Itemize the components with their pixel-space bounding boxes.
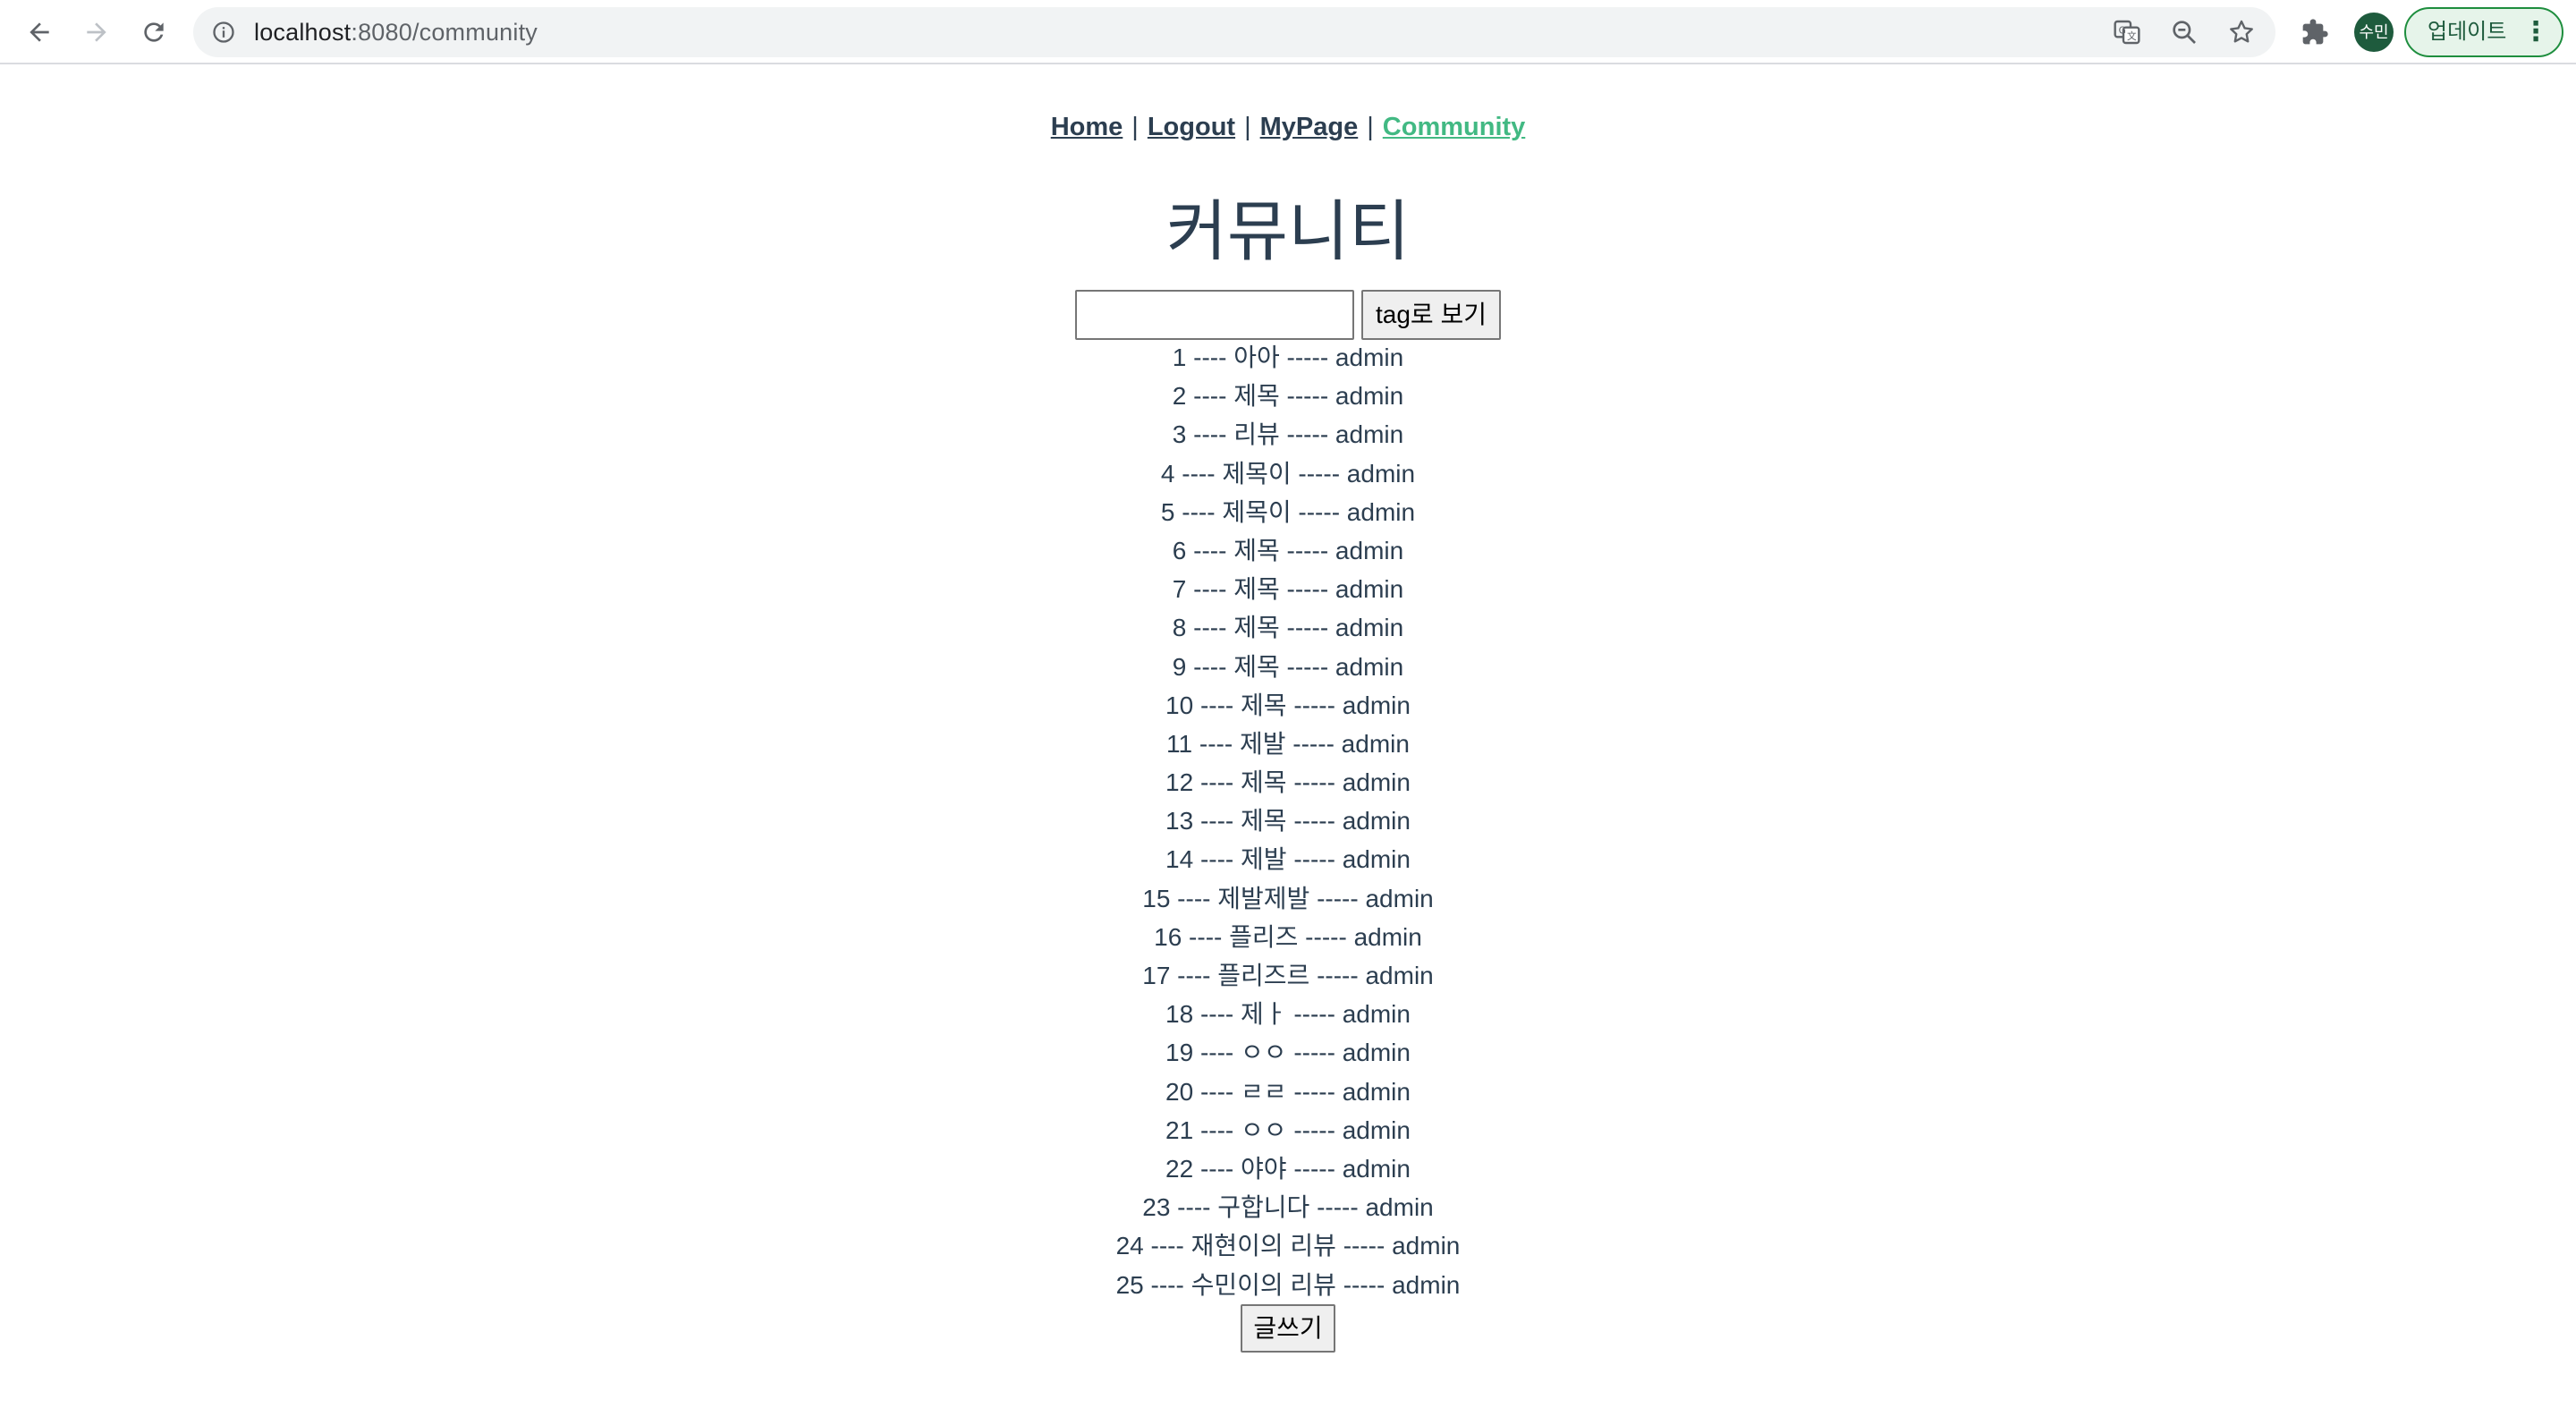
bookmark-button[interactable] bbox=[2225, 16, 2258, 48]
post-list-item[interactable]: 22 ---- 야야 ----- admin bbox=[0, 1149, 2576, 1188]
nav-community-link[interactable]: Community bbox=[1383, 113, 1526, 141]
post-list-item[interactable]: 20 ---- ㄹㄹ ----- admin bbox=[0, 1073, 2576, 1111]
post-list-item[interactable]: 12 ---- 제목 ----- admin bbox=[0, 763, 2576, 802]
post-list-item[interactable]: 18 ---- 제ㅏ ----- admin bbox=[0, 995, 2576, 1033]
url-path: :8080/community bbox=[351, 19, 538, 46]
zoom-icon bbox=[2173, 21, 2196, 44]
nav-home-link[interactable]: Home bbox=[1051, 113, 1123, 141]
browser-toolbar: localhost:8080/community G文 수민 업데이트 ⋮ bbox=[0, 0, 2576, 64]
nav-mypage-link[interactable]: MyPage bbox=[1260, 113, 1359, 141]
post-list-item[interactable]: 3 ---- 리뷰 ----- admin bbox=[0, 415, 2576, 454]
url-text[interactable]: localhost:8080/community bbox=[254, 7, 538, 57]
back-icon bbox=[30, 22, 49, 42]
post-list-item[interactable]: 21 ---- ㅇㅇ ----- admin bbox=[0, 1111, 2576, 1149]
tag-search-row: tag로 보기 bbox=[0, 290, 2576, 340]
nav-separator: | bbox=[1131, 113, 1139, 141]
reload-button[interactable] bbox=[134, 13, 174, 52]
bookmark-star-icon bbox=[2230, 20, 2253, 43]
post-list-item[interactable]: 8 ---- 제목 ----- admin bbox=[0, 608, 2576, 647]
write-post-button[interactable]: 글쓰기 bbox=[1241, 1304, 1335, 1353]
post-list-item[interactable]: 11 ---- 제발 ----- admin bbox=[0, 725, 2576, 763]
nav-separator: | bbox=[1244, 113, 1251, 141]
site-nav: Home | Logout | MyPage | Community bbox=[0, 113, 2576, 142]
svg-text:G: G bbox=[2119, 24, 2126, 36]
info-icon bbox=[213, 21, 234, 43]
url-host: localhost bbox=[254, 19, 352, 46]
post-list-item[interactable]: 15 ---- 제발제발 ----- admin bbox=[0, 879, 2576, 918]
post-list-item[interactable]: 7 ---- 제목 ----- admin bbox=[0, 570, 2576, 608]
forward-button[interactable] bbox=[77, 13, 116, 52]
post-list-item[interactable]: 6 ---- 제목 ----- admin bbox=[0, 531, 2576, 570]
svg-text:文: 文 bbox=[2127, 30, 2137, 42]
site-info-button[interactable] bbox=[209, 18, 238, 47]
post-list: 1 ---- 아아 ----- admin 2 ---- 제목 ----- adm… bbox=[0, 338, 2576, 1304]
reload-icon bbox=[144, 22, 164, 42]
back-button[interactable] bbox=[20, 13, 59, 52]
post-list-item[interactable]: 10 ---- 제목 ----- admin bbox=[0, 686, 2576, 725]
translate-icon: G文 bbox=[2114, 20, 2140, 45]
update-button[interactable]: 업데이트 ⋮ bbox=[2404, 7, 2563, 57]
nav-logout-link[interactable]: Logout bbox=[1148, 113, 1235, 141]
forward-icon bbox=[87, 22, 106, 42]
nav-separator: | bbox=[1367, 113, 1374, 141]
post-list-item[interactable]: 1 ---- 아아 ----- admin bbox=[0, 338, 2576, 377]
tag-search-button[interactable]: tag로 보기 bbox=[1361, 290, 1501, 340]
address-bar[interactable]: localhost:8080/community G文 bbox=[193, 7, 2275, 57]
post-list-item[interactable]: 25 ---- 수민이의 리뷰 ----- admin bbox=[0, 1266, 2576, 1304]
post-list-item[interactable]: 23 ---- 구합니다 ----- admin bbox=[0, 1188, 2576, 1226]
post-list-item[interactable]: 13 ---- 제목 ----- admin bbox=[0, 802, 2576, 840]
post-list-item[interactable]: 14 ---- 제발 ----- admin bbox=[0, 840, 2576, 878]
post-list-item[interactable]: 4 ---- 제목이 ----- admin bbox=[0, 454, 2576, 493]
translate-button[interactable]: G文 bbox=[2111, 16, 2143, 48]
extensions-icon bbox=[2302, 19, 2328, 45]
extensions-button[interactable] bbox=[2295, 13, 2334, 52]
post-list-item[interactable]: 2 ---- 제목 ----- admin bbox=[0, 377, 2576, 415]
page-title: 커뮤니티 bbox=[1165, 194, 1411, 268]
post-list-item[interactable]: 5 ---- 제목이 ----- admin bbox=[0, 493, 2576, 531]
zoom-button[interactable] bbox=[2168, 16, 2200, 48]
post-list-item[interactable]: 16 ---- 플리즈 ----- admin bbox=[0, 918, 2576, 956]
update-label: 업데이트 bbox=[2428, 20, 2507, 44]
profile-avatar[interactable]: 수민 bbox=[2354, 13, 2394, 52]
post-list-item[interactable]: 9 ---- 제목 ----- admin bbox=[0, 648, 2576, 686]
write-row: 글쓰기 bbox=[0, 1304, 2576, 1353]
kebab-menu-icon: ⋮ bbox=[2522, 17, 2549, 47]
post-list-item[interactable]: 24 ---- 재현이의 리뷰 ----- admin bbox=[0, 1226, 2576, 1265]
tag-input[interactable] bbox=[1075, 290, 1354, 340]
post-list-item[interactable]: 17 ---- 플리즈르 ----- admin bbox=[0, 956, 2576, 995]
post-list-item[interactable]: 19 ---- ㅇㅇ ----- admin bbox=[0, 1033, 2576, 1072]
